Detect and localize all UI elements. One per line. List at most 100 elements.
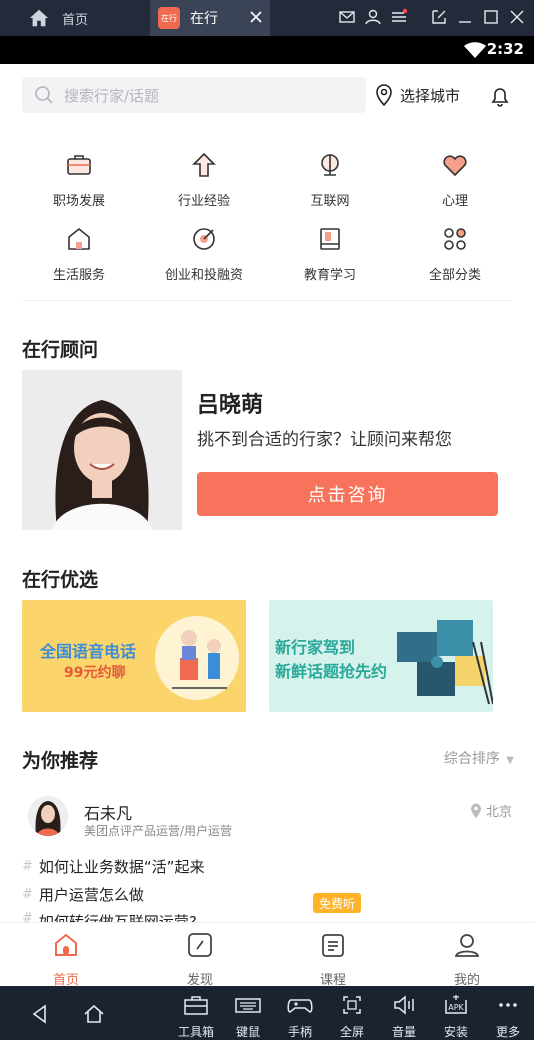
topic-label: 如何让业务数据“活”起来 [38, 858, 205, 876]
home-icon [68, 227, 90, 250]
install-apk-button[interactable]: APK 安装 [434, 994, 478, 1040]
category-industry[interactable]: 行业经验 [144, 150, 264, 209]
topic-item[interactable]: # 如何让业务数据“活”起来 [22, 856, 204, 877]
expert-location: 北京 [470, 801, 512, 820]
banner-line-1: 新行家驾到 [275, 638, 356, 657]
app-logo: 在行 [158, 7, 180, 29]
hash-icon: # [22, 859, 33, 874]
category-label: 教育学习 [303, 268, 356, 283]
heart-icon [443, 155, 467, 177]
fullscreen-button[interactable]: 全屏 [330, 994, 374, 1040]
tool-label: 工具箱 [177, 1025, 214, 1039]
consultant-photo [22, 370, 182, 530]
nav-home[interactable]: 首页 [26, 931, 106, 988]
bell-icon[interactable] [488, 84, 512, 108]
status-bar: 2:32 [0, 36, 534, 64]
home-icon[interactable] [82, 1002, 106, 1026]
category-label: 职场发展 [52, 194, 105, 209]
category-startup[interactable]: 创业和投融资 [144, 224, 264, 283]
category-label: 创业和投融资 [164, 268, 243, 283]
free-listen-badge[interactable]: 免费听 [313, 893, 361, 913]
search-icon [35, 86, 53, 104]
tab-home[interactable]: 首页 [28, 0, 150, 36]
tab-zaihang[interactable]: 在行 在行 [150, 0, 270, 36]
consultant-description: 挑不到合适的行家？让顾问来帮您 [197, 430, 452, 450]
wifi-icon [464, 42, 486, 58]
course-icon [322, 934, 344, 957]
tab-active-label: 在行 [190, 11, 218, 27]
gamepad-icon [287, 999, 313, 1013]
home-icon [55, 933, 77, 956]
nav-discover[interactable]: 发现 [160, 931, 240, 988]
category-education[interactable]: 教育学习 [270, 224, 390, 283]
consult-button[interactable]: 点击咨询 [197, 472, 498, 516]
hash-icon: # [22, 887, 33, 902]
banner-illustration [155, 616, 239, 700]
avatar[interactable] [28, 796, 68, 836]
mail-icon[interactable] [338, 8, 356, 26]
apk-icon: APK [445, 995, 467, 1014]
sort-selector[interactable]: 综合排序 ▼ [444, 748, 514, 768]
menu-icon[interactable] [390, 8, 408, 26]
home-icon [29, 9, 49, 27]
puzzle-illustration [397, 620, 493, 705]
category-life[interactable]: 生活服务 [19, 224, 139, 283]
expert-role: 美团点评产品运营/用户运营 [84, 824, 233, 838]
new-expert-banner[interactable]: 新行家驾到 新鲜话题抢先约 [269, 600, 493, 712]
category-career[interactable]: 职场发展 [19, 150, 139, 209]
consultant-section-title: 在行顾问 [22, 339, 99, 361]
category-label: 心理 [441, 194, 468, 209]
tool-label: 键鼠 [235, 1025, 260, 1039]
location-label: 北京 [485, 805, 512, 820]
target-icon [193, 228, 215, 250]
category-all[interactable]: 全部分类 [395, 224, 515, 283]
minimize-icon[interactable] [456, 8, 474, 26]
sort-label: 综合排序 [443, 751, 500, 767]
tool-label: 音量 [391, 1025, 416, 1039]
close-window-icon[interactable] [508, 8, 526, 26]
tool-label: 全屏 [339, 1025, 364, 1039]
more-icon [499, 1003, 517, 1007]
location-pin-icon [470, 803, 481, 818]
book-icon [320, 228, 340, 250]
briefcase-icon [67, 155, 91, 175]
recommend-section-title: 为你推荐 [22, 750, 99, 772]
keyboard-icon [235, 998, 261, 1013]
back-icon[interactable] [28, 1002, 52, 1026]
nav-mine[interactable]: 我的 [427, 931, 507, 988]
more-button[interactable]: 更多 [486, 994, 530, 1040]
volume-button[interactable]: 音量 [382, 994, 426, 1040]
category-label: 互联网 [310, 194, 350, 209]
search-input[interactable]: 搜索行家/话题 [22, 77, 366, 113]
toolbox-icon [184, 996, 208, 1015]
profile-icon [454, 934, 480, 957]
fullscreen-icon [343, 996, 361, 1014]
voice-call-banner[interactable]: 全国语音电话 99元约聊 [22, 600, 246, 712]
tool-label: 安装 [443, 1025, 468, 1039]
nav-courses[interactable]: 课程 [293, 931, 373, 988]
city-selector[interactable]: 选择城市 [374, 84, 460, 106]
expert-name[interactable]: 石未凡 [84, 800, 132, 824]
discover-icon [188, 933, 212, 957]
city-label: 选择城市 [400, 86, 461, 105]
svg-text:APK: APK [448, 1003, 464, 1012]
shrink-icon[interactable] [430, 8, 448, 26]
topic-item[interactable]: # 用户运营怎么做 [22, 884, 144, 905]
toolbox-button[interactable]: 工具箱 [174, 994, 218, 1040]
search-placeholder: 搜索行家/话题 [64, 87, 160, 105]
category-internet[interactable]: 互联网 [270, 150, 390, 209]
maximize-icon[interactable] [482, 8, 500, 26]
tool-label: 手柄 [287, 1025, 312, 1039]
banner-title: 新行家驾到 新鲜话题抢先约 [275, 636, 387, 684]
banner-title: 全国语音电话 [40, 642, 137, 661]
status-time: 2:32 [486, 40, 524, 58]
selection-section-title: 在行优选 [22, 569, 99, 591]
close-tab-icon[interactable] [248, 9, 264, 25]
category-psychology[interactable]: 心理 [395, 150, 515, 209]
keyboard-mouse-button[interactable]: 键鼠 [226, 994, 270, 1040]
user-icon[interactable] [364, 8, 382, 26]
gamepad-button[interactable]: 手柄 [278, 994, 322, 1040]
tab-home-label: 首页 [62, 12, 89, 28]
grid-icon [444, 228, 466, 250]
divider [22, 300, 512, 301]
